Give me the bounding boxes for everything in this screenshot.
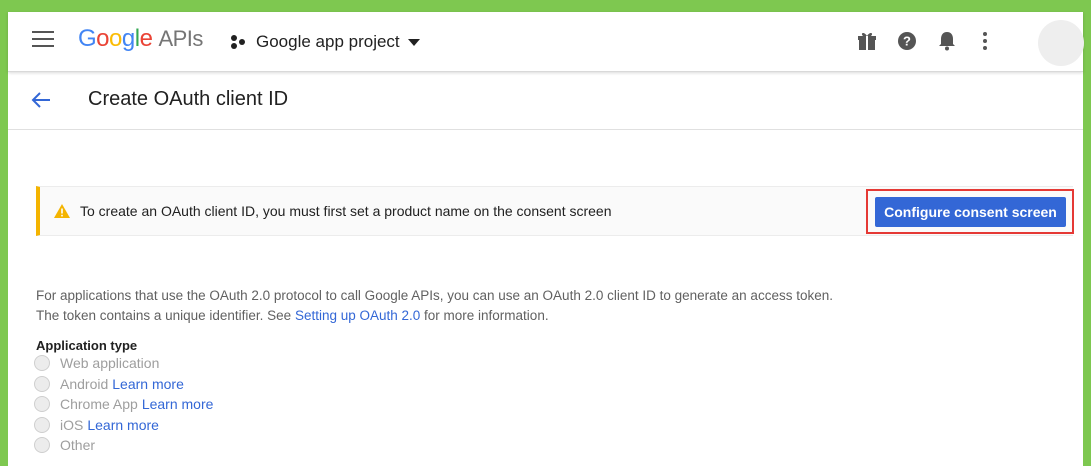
page-header: Create OAuth client ID (8, 72, 1083, 130)
application-type-options: Web application Android Learn more Chrom… (34, 353, 213, 456)
option-label: Chrome App (60, 396, 138, 413)
logo-apis-text: APIs (158, 26, 203, 51)
logo-letter: G (78, 25, 97, 52)
menu-icon[interactable] (32, 31, 54, 49)
top-app-bar: Google APIs Google app project ? (8, 12, 1084, 72)
notifications-icon[interactable] (936, 30, 958, 52)
gift-icon[interactable] (856, 30, 878, 52)
application-type-label: Application type (36, 338, 138, 353)
description-text-end: for more information. (420, 308, 549, 323)
radio-button[interactable] (34, 396, 50, 413)
project-dots-icon (231, 35, 245, 49)
setting-up-oauth-link[interactable]: Setting up OAuth 2.0 (295, 308, 420, 323)
back-arrow-icon[interactable] (30, 89, 52, 111)
configure-consent-screen-button[interactable]: Configure consent screen (875, 197, 1066, 227)
caret-down-icon (407, 38, 420, 46)
option-ios: iOS Learn more (34, 415, 213, 436)
logo-letter: o (109, 25, 122, 52)
google-apis-logo[interactable]: Google APIs (78, 25, 203, 53)
page-title: Create OAuth client ID (88, 88, 289, 110)
radio-button[interactable] (34, 355, 50, 372)
logo-letter: g (121, 25, 135, 52)
option-label: Other (60, 437, 96, 454)
radio-button[interactable] (34, 437, 50, 454)
description: For applications that use the OAuth 2.0 … (36, 286, 836, 326)
more-vert-icon[interactable] (974, 30, 996, 52)
warning-text: To create an OAuth client ID, you must f… (80, 203, 612, 219)
option-label: iOS (60, 416, 84, 433)
option-label: Android (60, 375, 109, 392)
avatar[interactable] (1038, 20, 1084, 66)
option-web-application: Web application (34, 353, 213, 374)
logo-letter: e (139, 25, 153, 52)
radio-button[interactable] (34, 375, 50, 392)
option-other: Other (34, 435, 213, 456)
option-chrome-app: Chrome App Learn more (34, 394, 213, 415)
option-android: Android Learn more (34, 374, 213, 395)
learn-more-link[interactable]: Learn more (112, 376, 184, 392)
learn-more-link[interactable]: Learn more (87, 417, 159, 433)
svg-text:?: ? (903, 34, 911, 49)
warning-icon (54, 204, 70, 218)
option-label: Web application (60, 355, 160, 372)
logo-letter: o (96, 25, 110, 52)
project-name: Google app project (256, 32, 400, 51)
radio-button[interactable] (34, 416, 50, 433)
learn-more-link[interactable]: Learn more (142, 396, 214, 412)
help-icon[interactable]: ? (896, 30, 918, 52)
project-selector[interactable]: Google app project (230, 32, 420, 52)
